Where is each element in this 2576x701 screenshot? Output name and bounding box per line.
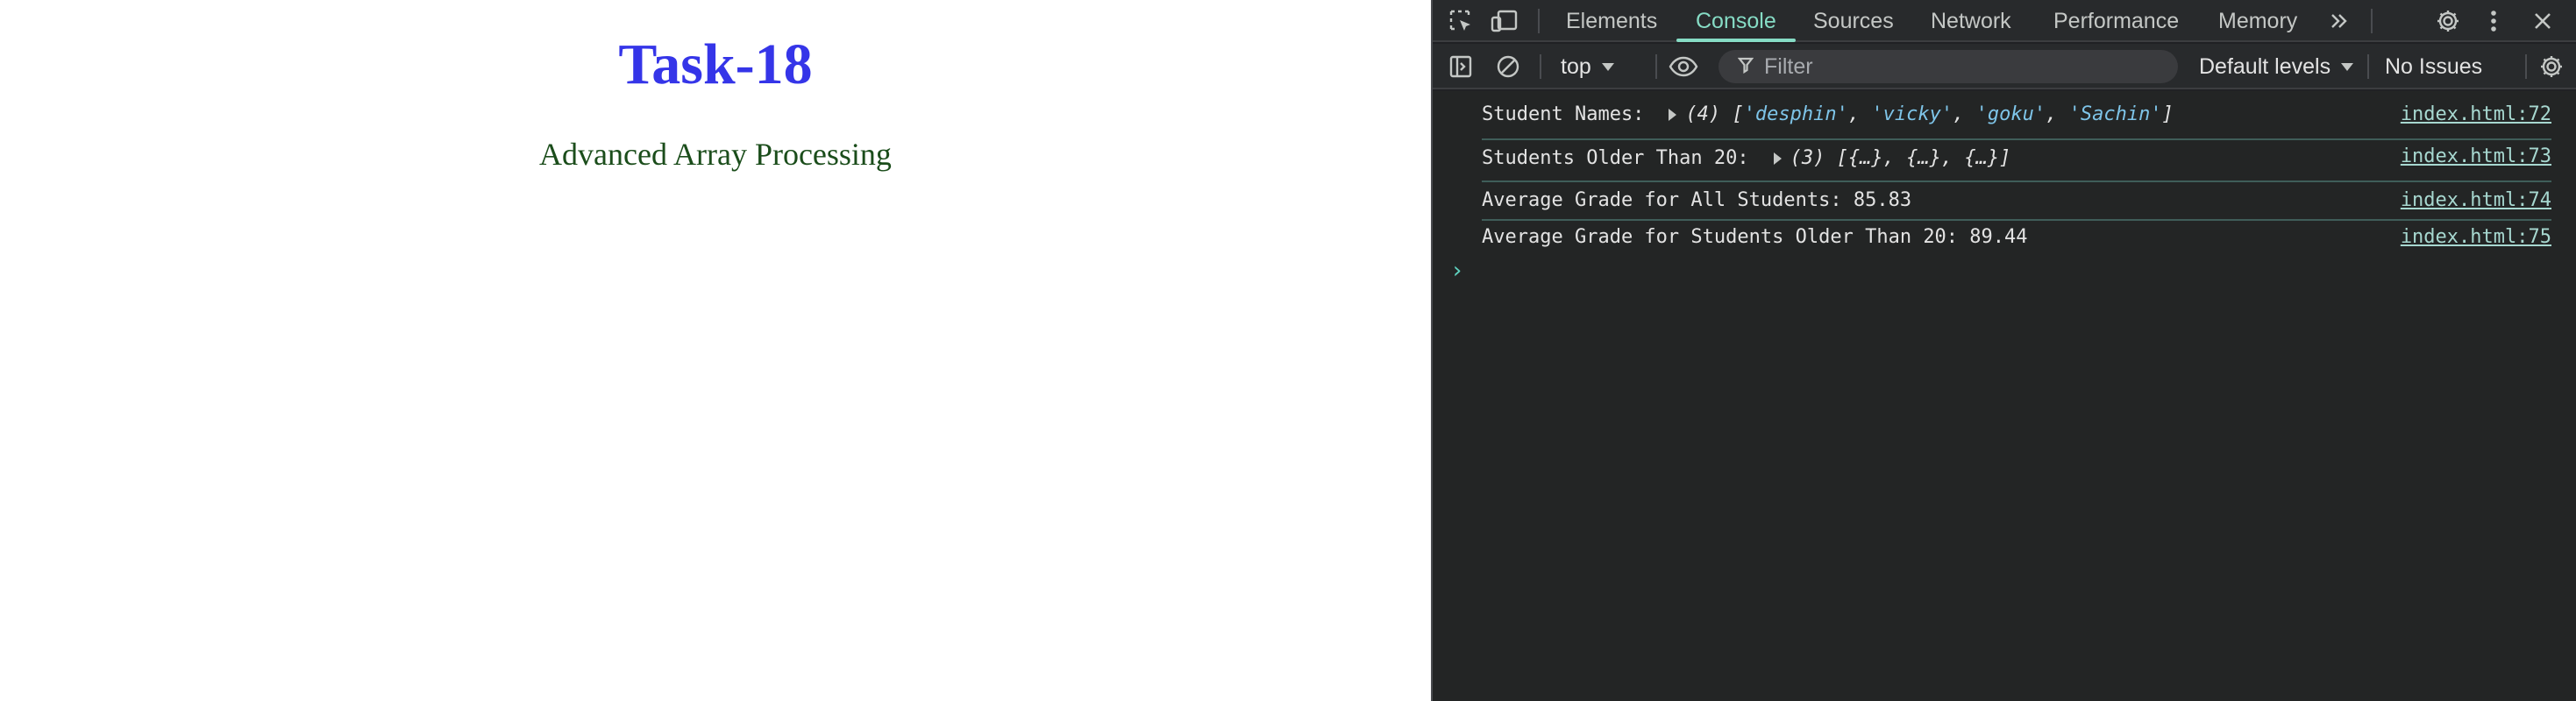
context-selector[interactable]: top xyxy=(1561,44,1614,89)
filter-field[interactable] xyxy=(1719,50,2178,83)
log-levels-label: Default levels xyxy=(2199,53,2331,79)
source-link[interactable]: index.html:74 xyxy=(2401,189,2551,211)
toolbar-separator xyxy=(1540,54,1541,79)
console-output: Student Names: (4) ['desphin', 'vicky', '… xyxy=(1433,91,2576,701)
page-title: Task-18 xyxy=(618,32,813,96)
array-preview[interactable]: (4) ['desphin', 'vicky', 'goku', 'Sachin… xyxy=(1685,103,2173,125)
tab-memory[interactable]: Memory xyxy=(2218,0,2297,42)
source-link[interactable]: index.html:75 xyxy=(2401,226,2551,248)
tab-elements[interactable]: Elements xyxy=(1566,0,1657,42)
log-levels-selector[interactable]: Default levels xyxy=(2199,44,2354,89)
filter-icon xyxy=(1737,56,1754,78)
console-toolbar: top Default levels No Issues xyxy=(1433,44,2576,89)
page-viewport: Task-18 Advanced Array Processing xyxy=(0,0,1431,701)
devtools-tab-bar: Elements Console Sources Network Perform… xyxy=(1433,0,2576,42)
page-subtitle: Advanced Array Processing xyxy=(539,137,892,172)
toolbar-separator xyxy=(1655,54,1657,79)
tab-console[interactable]: Console xyxy=(1696,0,1776,42)
console-message: Average Grade for All Students: 85.83 in… xyxy=(1482,184,2551,221)
tab-separator xyxy=(1538,9,1540,33)
log-label: Students Older Than 20: xyxy=(1482,147,1749,169)
filter-input[interactable] xyxy=(1764,53,2150,80)
chevron-down-icon xyxy=(1601,62,1614,71)
console-message-text: Student Names: (4) ['desphin', 'vicky', '… xyxy=(1482,103,2174,125)
console-settings-gear-icon[interactable] xyxy=(2534,49,2569,84)
tab-network[interactable]: Network xyxy=(1931,0,2011,42)
device-toolbar-icon[interactable] xyxy=(1487,4,1522,39)
array-preview[interactable]: (3) [{…}, {…}, {…}] xyxy=(1790,147,2011,169)
devtools-panel: Elements Console Sources Network Perform… xyxy=(1431,0,2576,701)
log-label: Student Names: xyxy=(1482,103,1645,125)
inspect-element-icon[interactable] xyxy=(1443,4,1478,39)
console-message-text: Average Grade for Students Older Than 20… xyxy=(1482,226,2028,248)
toolbar-separator xyxy=(2525,54,2527,79)
toolbar-separator xyxy=(2367,54,2369,79)
tab-separator xyxy=(2371,9,2373,33)
active-tab-indicator xyxy=(1676,39,1796,42)
console-message: Students Older Than 20: (3) [{…}, {…}, {…… xyxy=(1482,142,2551,182)
expand-triangle-icon[interactable] xyxy=(1773,152,1782,165)
console-message-text: Average Grade for All Students: 85.83 xyxy=(1482,189,1912,211)
console-message: Student Names: (4) ['desphin', 'vicky', '… xyxy=(1482,100,2551,140)
console-prompt[interactable]: › xyxy=(1450,258,1464,284)
close-icon[interactable] xyxy=(2525,4,2560,39)
gear-icon[interactable] xyxy=(2430,4,2466,39)
context-label: top xyxy=(1561,53,1591,79)
tab-sources[interactable]: Sources xyxy=(1813,0,1894,42)
source-link[interactable]: index.html:72 xyxy=(2401,103,2551,125)
tab-performance[interactable]: Performance xyxy=(2053,0,2179,42)
issues-counter[interactable]: No Issues xyxy=(2385,44,2482,89)
source-link[interactable]: index.html:73 xyxy=(2401,145,2551,167)
kebab-menu-icon[interactable] xyxy=(2476,4,2511,39)
sidebar-toggle-icon[interactable] xyxy=(1443,49,1478,84)
eye-icon[interactable] xyxy=(1666,49,1701,84)
chevron-double-right-icon[interactable] xyxy=(2322,4,2357,39)
chevron-down-icon xyxy=(2341,62,2354,71)
console-message: Average Grade for Students Older Than 20… xyxy=(1482,223,2551,258)
console-message-text: Students Older Than 20: (3) [{…}, {…}, {…… xyxy=(1482,147,2010,169)
clear-console-icon[interactable] xyxy=(1491,49,1526,84)
expand-triangle-icon[interactable] xyxy=(1669,109,1677,121)
